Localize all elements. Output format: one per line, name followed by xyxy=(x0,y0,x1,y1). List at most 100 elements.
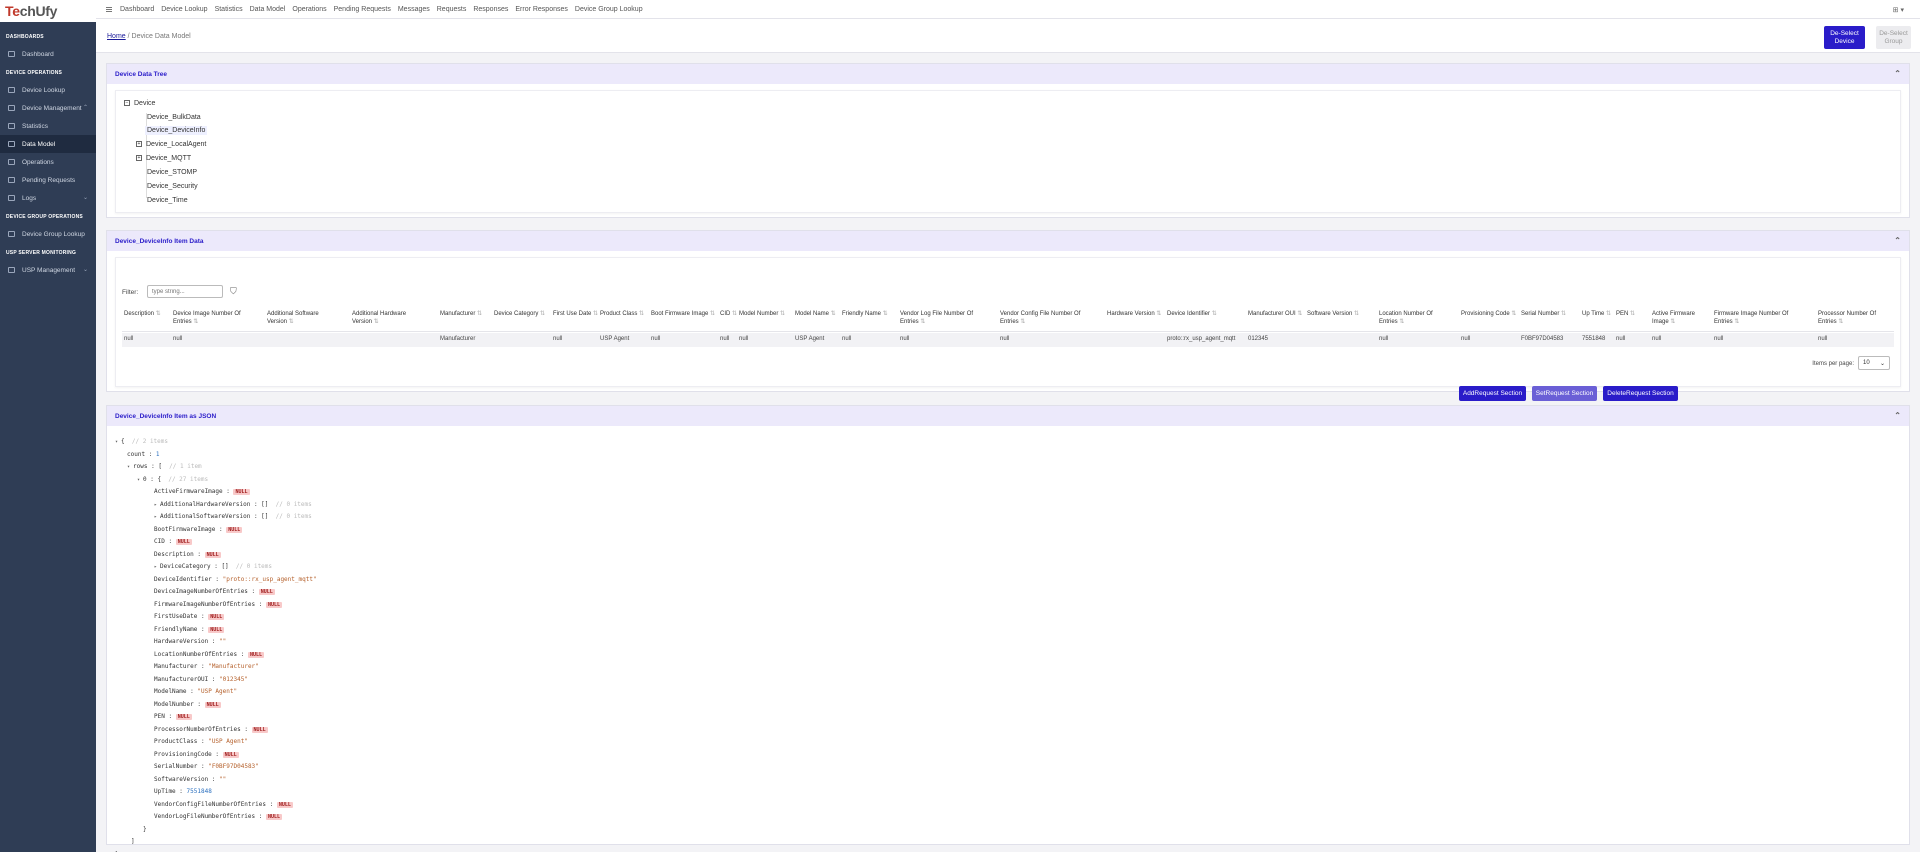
tree-node[interactable]: + Device_LocalAgent xyxy=(136,141,206,148)
sidebar-item-operations[interactable]: Operations xyxy=(0,153,96,171)
column-header[interactable]: Device Image Number Of Entries ⇅ xyxy=(173,310,241,326)
sidebar-item-pending-requests[interactable]: Pending Requests xyxy=(0,171,96,189)
column-header[interactable]: Device Identifier ⇅ xyxy=(1167,310,1217,318)
sort-icon[interactable]: ⇅ xyxy=(372,319,379,325)
sort-icon[interactable]: ⇅ xyxy=(881,311,888,317)
sort-icon[interactable]: ⇅ xyxy=(1155,311,1161,317)
tree-node[interactable]: Device_Security xyxy=(147,183,198,190)
sidebar-item-device-management[interactable]: Device Management ⌃ xyxy=(0,99,96,117)
collapse-icon[interactable]: ⌃ xyxy=(1894,411,1901,420)
sort-icon[interactable]: ⇅ xyxy=(287,319,294,325)
tree-node[interactable]: Device_STOMP xyxy=(147,169,197,176)
sort-icon[interactable]: ⇅ xyxy=(708,311,715,317)
expand-box-icon[interactable]: + xyxy=(136,155,142,162)
column-header[interactable]: Boot Firmware Image ⇅ xyxy=(651,310,715,318)
sidebar-item-dashboard[interactable]: Dashboard xyxy=(0,45,96,63)
user-menu-icon[interactable]: ▾ xyxy=(1900,7,1904,14)
nav-messages[interactable]: Messages xyxy=(398,6,430,13)
column-header[interactable]: Processor Number Of Entries ⇅ xyxy=(1818,310,1876,326)
nav-device-lookup[interactable]: Device Lookup xyxy=(161,6,207,13)
sort-icon[interactable]: ⇅ xyxy=(475,311,482,317)
collapse-icon[interactable]: ⌃ xyxy=(1894,236,1901,245)
nav-error-responses[interactable]: Error Responses xyxy=(515,6,568,13)
grid-icon[interactable]: ⊞ xyxy=(1893,7,1899,14)
column-header[interactable]: PEN ⇅ xyxy=(1616,310,1635,318)
set-request-button[interactable]: SetRequest Section xyxy=(1532,386,1597,401)
nav-requests[interactable]: Requests xyxy=(437,6,467,13)
sort-icon[interactable]: ⇅ xyxy=(1210,311,1217,317)
sort-icon[interactable]: ⇅ xyxy=(591,311,598,317)
sort-icon[interactable]: ⇅ xyxy=(829,311,836,317)
column-header[interactable]: Hardware Version ⇅ xyxy=(1107,310,1161,318)
sort-icon[interactable]: ⇅ xyxy=(730,311,737,317)
column-header[interactable]: Software Version ⇅ xyxy=(1307,310,1359,318)
tree-node[interactable]: Device_BulkData xyxy=(147,114,201,121)
sort-icon[interactable]: ⇅ xyxy=(538,311,545,317)
column-header[interactable]: CID ⇅ xyxy=(720,310,737,318)
sort-icon[interactable]: ⇅ xyxy=(1352,311,1359,317)
sort-icon[interactable]: ⇅ xyxy=(1837,319,1843,325)
column-header[interactable]: Up Time ⇅ xyxy=(1582,310,1611,318)
nav-dashboard[interactable]: Dashboard xyxy=(120,6,154,13)
json-line[interactable]: ▾ { // 2 items xyxy=(115,438,168,445)
collapse-icon[interactable]: ⌃ xyxy=(1894,69,1901,78)
column-header[interactable]: Additional Software Version ⇅ xyxy=(267,310,319,326)
items-per-page-select[interactable]: 10 ⌄ xyxy=(1858,356,1890,370)
sidebar-item-group-lookup[interactable]: Device Group Lookup xyxy=(0,225,96,243)
sort-icon[interactable]: ⇅ xyxy=(1733,319,1739,325)
json-line[interactable]: ▾ rows : [ // 1 item xyxy=(127,463,202,470)
column-header[interactable]: Description ⇅ xyxy=(124,310,161,318)
json-line[interactable]: ▾ 0 : { // 27 items xyxy=(137,476,208,483)
sort-icon[interactable]: ⇅ xyxy=(154,311,161,317)
deselect-group-button[interactable]: De-Select Group xyxy=(1876,26,1911,49)
column-header[interactable]: Device Category ⇅ xyxy=(494,310,545,318)
panel-header[interactable]: Device_DeviceInfo Item as JSON ⌃ xyxy=(107,406,1909,426)
filter-input[interactable] xyxy=(147,285,223,298)
sort-icon[interactable]: ⇅ xyxy=(1296,311,1302,317)
column-header[interactable]: Model Name ⇅ xyxy=(795,310,836,318)
sidebar-item-device-lookup[interactable]: Device Lookup xyxy=(0,81,96,99)
column-header[interactable]: Model Number ⇅ xyxy=(739,310,785,318)
tree-node[interactable]: + Device_MQTT xyxy=(136,155,191,162)
sort-icon[interactable]: ⇅ xyxy=(919,319,925,325)
json-line[interactable]: ▸ AdditionalSoftwareVersion : [] // 0 it… xyxy=(154,513,312,520)
sort-icon[interactable]: ⇅ xyxy=(778,311,785,317)
column-header[interactable]: Manufacturer ⇅ xyxy=(440,310,482,318)
column-header[interactable]: Manufacturer OUI ⇅ xyxy=(1248,310,1302,318)
deselect-device-button[interactable]: De-Select Device xyxy=(1824,26,1865,49)
nav-responses[interactable]: Responses xyxy=(473,6,508,13)
sort-icon[interactable]: ⇅ xyxy=(1628,311,1635,317)
filter-icon[interactable]: ⛉ xyxy=(230,286,237,297)
table-row[interactable]: null null Manufacturer null USP Agent null nul… xyxy=(122,333,1894,347)
column-header[interactable]: Provisioning Code ⇅ xyxy=(1461,310,1516,318)
sidebar-item-usp-management[interactable]: USP Management ⌄ xyxy=(0,261,96,279)
column-header[interactable]: Additional Hardware Version ⇅ xyxy=(352,310,406,326)
column-header[interactable]: Location Number Of Entries ⇅ xyxy=(1379,310,1433,326)
nav-data-model[interactable]: Data Model xyxy=(250,6,286,13)
nav-operations[interactable]: Operations xyxy=(292,6,326,13)
tree-node[interactable]: Device_Time xyxy=(147,197,188,204)
sort-icon[interactable]: ⇅ xyxy=(1669,319,1675,325)
column-header[interactable]: Vendor Config File Number Of Entries ⇅ xyxy=(1000,310,1080,326)
nav-group-lookup[interactable]: Device Group Lookup xyxy=(575,6,643,13)
delete-request-button[interactable]: DeleteRequest Section xyxy=(1603,386,1678,401)
breadcrumb-home[interactable]: Home xyxy=(107,33,126,40)
column-header[interactable]: Friendly Name ⇅ xyxy=(842,310,888,318)
json-line[interactable]: ▸ AdditionalHardwareVersion : [] // 0 it… xyxy=(154,501,312,508)
sidebar-item-statistics[interactable]: Statistics xyxy=(0,117,96,135)
collapse-box-icon[interactable]: − xyxy=(124,100,130,107)
column-header[interactable]: Product Class ⇅ xyxy=(600,310,644,318)
column-header[interactable]: First Use Date ⇅ xyxy=(553,310,598,318)
sort-icon[interactable]: ⇅ xyxy=(1604,311,1611,317)
nav-pending-requests[interactable]: Pending Requests xyxy=(334,6,391,13)
tree-node-selected[interactable]: Device_DeviceInfo xyxy=(145,126,208,135)
column-header[interactable]: Serial Number ⇅ xyxy=(1521,310,1566,318)
nav-statistics[interactable]: Statistics xyxy=(215,6,243,13)
add-request-button[interactable]: AddRequest Section xyxy=(1459,386,1526,401)
column-header[interactable]: Active Firmware Image ⇅ xyxy=(1652,310,1695,326)
expand-box-icon[interactable]: + xyxy=(136,141,142,148)
column-header[interactable]: Vendor Log File Number Of Entries ⇅ xyxy=(900,310,973,326)
sidebar-item-logs[interactable]: Logs ⌄ xyxy=(0,189,96,207)
logo[interactable]: TechUfy xyxy=(0,0,96,22)
tree-node-root[interactable]: − Device xyxy=(124,100,155,107)
